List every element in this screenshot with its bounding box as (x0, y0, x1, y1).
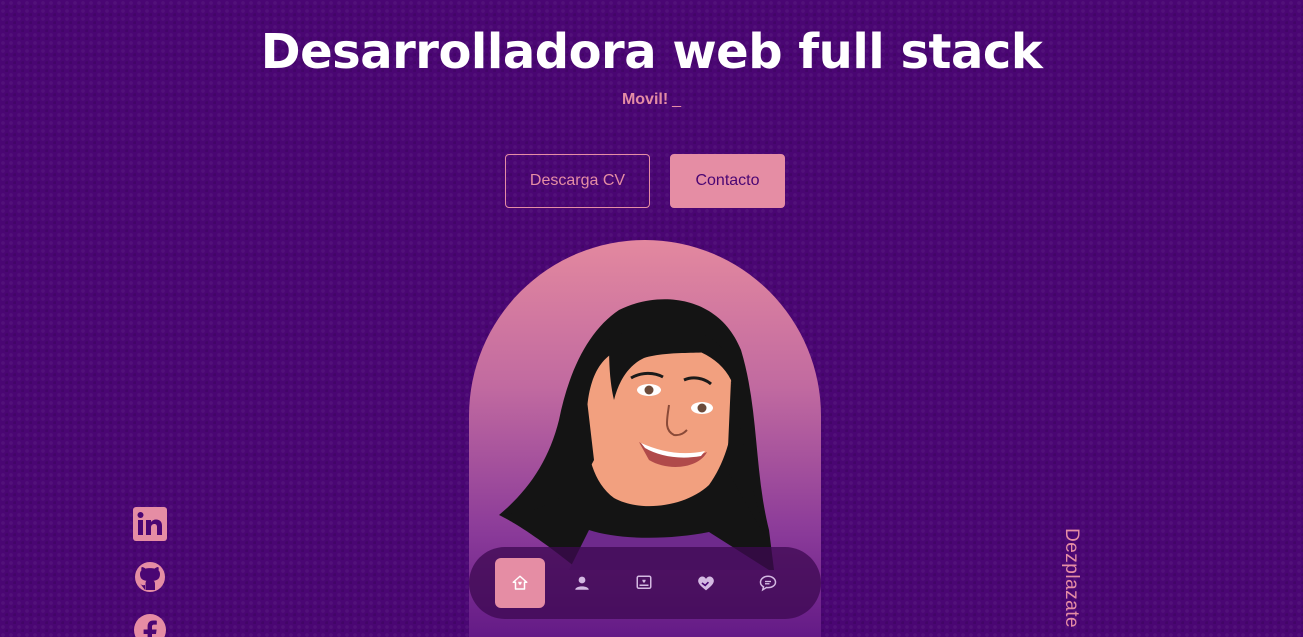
contact-button[interactable]: Contacto (670, 154, 785, 208)
github-icon (135, 562, 165, 592)
linkedin-link[interactable] (133, 507, 167, 541)
facebook-icon (134, 614, 166, 637)
scroll-down-link[interactable]: Dezplazate (1060, 528, 1082, 628)
nav-portfolio-button[interactable] (619, 558, 669, 608)
home-icon (512, 575, 528, 590)
social-links (133, 507, 167, 637)
heart-handshake-icon (698, 576, 714, 591)
github-link[interactable] (133, 560, 167, 594)
facebook-link[interactable] (133, 613, 167, 637)
user-icon (575, 576, 589, 590)
nav-home-button[interactable] (495, 558, 545, 608)
download-cv-button[interactable]: Descarga CV (505, 154, 650, 208)
nav-services-button[interactable] (681, 558, 731, 608)
typing-cursor: _ (672, 91, 682, 108)
linkedin-icon (133, 507, 167, 541)
bottom-nav-dock (469, 547, 821, 619)
headline: Desarrolladora web full stack (260, 24, 1043, 80)
message-icon (759, 575, 777, 592)
typing-text: Movil! (621, 91, 669, 108)
nav-about-button[interactable] (557, 558, 607, 608)
portfolio-icon (636, 575, 652, 589)
typing-text-line: Movil! _ (0, 91, 1303, 109)
nav-contact-button[interactable] (743, 558, 793, 608)
